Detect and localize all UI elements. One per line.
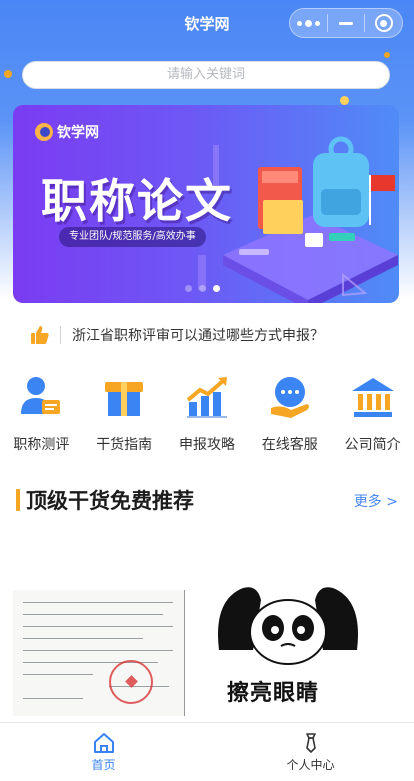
promo-banner[interactable]: 钦学网 职称论文 专业团队/规范服务/高效办事 <box>13 105 399 303</box>
carousel-dot[interactable] <box>199 285 206 292</box>
grid-item-about[interactable]: 公司简介 <box>333 374 413 464</box>
tab-home[interactable]: 首页 <box>0 723 207 781</box>
chat-hand-icon <box>270 377 309 418</box>
minimize-icon[interactable] <box>328 9 365 37</box>
home-icon <box>93 733 114 753</box>
grid-label: 申报攻略 <box>178 437 235 453</box>
grid-item-evaluation[interactable]: 职称测评 <box>1 374 81 464</box>
notice-bar[interactable]: 浙江省职称评审可以通过哪些方式申报？ <box>30 320 390 350</box>
mini-program-capsule <box>289 8 403 38</box>
search-input[interactable]: 请输入关键词 <box>22 61 390 89</box>
meme-caption: 擦亮眼睛 <box>227 681 320 706</box>
notice-text[interactable]: 浙江省职称评审可以通过哪些方式申报？ <box>72 325 324 345</box>
navigation-bar: 钦学网 <box>0 0 414 46</box>
grid-label: 公司简介 <box>344 437 401 453</box>
tab-profile[interactable]: 个人中心 <box>207 723 414 781</box>
carousel-dot-active[interactable] <box>213 285 220 292</box>
carousel-indicator[interactable] <box>185 285 227 292</box>
more-dots-icon[interactable] <box>290 9 327 37</box>
person-card-icon <box>21 377 61 414</box>
banner-title: 职称论文 <box>41 174 233 228</box>
decor-dot <box>384 52 390 58</box>
grid-item-guide[interactable]: 干货指南 <box>84 374 164 464</box>
grid-item-strategy[interactable]: 申报攻略 <box>167 374 247 464</box>
target-icon[interactable] <box>365 9 402 37</box>
brand-logo-icon <box>35 123 53 141</box>
article-preview[interactable]: 擦亮眼睛 <box>13 580 401 720</box>
official-seal <box>109 660 153 704</box>
tie-icon <box>305 733 316 753</box>
tab-label: 首页 <box>91 758 116 772</box>
carousel-dot[interactable] <box>185 285 192 292</box>
banner-subtitle: 专业团队/规范服务/高效办事 <box>59 227 206 247</box>
building-icon <box>351 378 394 417</box>
gift-box-icon <box>105 382 144 416</box>
section-accent-bar <box>16 489 20 511</box>
banner-logo: 钦学网 <box>35 122 99 142</box>
grid-label: 干货指南 <box>96 437 153 453</box>
bottom-tab-bar: 首页 个人中心 <box>0 722 414 781</box>
notice-divider <box>60 326 61 344</box>
trend-chart-icon <box>186 377 227 418</box>
decor-dot <box>340 96 349 105</box>
grid-label: 在线客服 <box>261 437 318 453</box>
section-header: 顶级干货免费推荐 更多 > <box>16 485 400 515</box>
section-title: 顶级干货免费推荐 <box>26 489 194 513</box>
document-thumbnail[interactable] <box>13 590 185 716</box>
thumbs-up-icon <box>31 326 49 344</box>
grid-item-service[interactable]: 在线客服 <box>250 374 330 464</box>
tab-label: 个人中心 <box>286 758 335 772</box>
decor-dot <box>4 70 12 78</box>
banner-logo-text: 钦学网 <box>57 125 99 141</box>
grid-label: 职称测评 <box>13 437 70 453</box>
function-grid: 职称测评 干货指南 申报攻略 在线客服 公司简介 <box>0 374 414 464</box>
more-link[interactable]: 更多 > <box>354 491 398 511</box>
